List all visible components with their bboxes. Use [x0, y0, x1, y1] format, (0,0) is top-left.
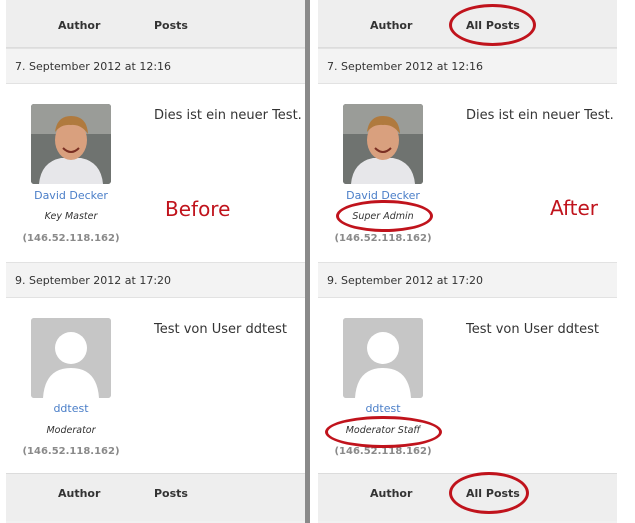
post-content: Test von User ddtest: [154, 322, 287, 337]
author-column-header: Author: [58, 19, 101, 32]
author-role: Super Admin: [352, 211, 414, 222]
panel-gap: [310, 0, 318, 523]
author-ip: (146.52.118.162): [334, 446, 432, 457]
post-item: ddtest Moderator Staff (146.52.118.162) …: [318, 298, 617, 473]
posts-column-header: Posts: [154, 19, 188, 32]
after-panel: Author All Posts 7. September 2012 at 12…: [318, 0, 617, 523]
post-item: ddtest Moderator (146.52.118.162) Test v…: [6, 298, 305, 473]
author-avatar[interactable]: [343, 318, 423, 398]
avatar-photo-icon: [343, 104, 423, 184]
post-content: Dies ist ein neuer Test.: [466, 108, 614, 123]
after-caption: After: [550, 196, 599, 220]
forum-footer: Author Posts: [6, 473, 305, 521]
default-avatar-icon: [31, 318, 111, 398]
forum-header: Author All Posts: [318, 0, 617, 48]
post-date: 7. September 2012 at 12:16: [327, 60, 484, 73]
post-content: Dies ist ein neuer Test.: [154, 108, 302, 123]
post-item: David Decker Key Master (146.52.118.162)…: [6, 84, 305, 262]
post-date-bar: 9. September 2012 at 17:20: [6, 262, 305, 298]
post-date: 7. September 2012 at 12:16: [15, 60, 172, 73]
post-content: Test von User ddtest: [466, 322, 599, 337]
author-column-header: Author: [370, 19, 413, 32]
author-name-link[interactable]: David Decker: [318, 189, 448, 202]
forum-footer: Author All Posts: [318, 473, 617, 521]
post-date-bar: 7. September 2012 at 12:16: [6, 48, 305, 84]
author-ip: (146.52.118.162): [22, 233, 120, 244]
author-ip: (146.52.118.162): [22, 446, 120, 457]
author-name-link[interactable]: ddtest: [318, 402, 448, 415]
post-date-bar: 7. September 2012 at 12:16: [318, 48, 617, 84]
default-avatar-icon: [343, 318, 423, 398]
author-role: Key Master: [44, 211, 98, 222]
author-avatar[interactable]: [31, 318, 111, 398]
author-role: Moderator Staff: [345, 425, 421, 436]
author-column-footer: Author: [58, 487, 101, 500]
avatar-photo-icon: [31, 104, 111, 184]
before-caption: Before: [165, 197, 231, 221]
post-date: 9. September 2012 at 17:20: [15, 274, 172, 287]
forum-header: Author Posts: [6, 0, 305, 48]
author-avatar[interactable]: [343, 104, 423, 184]
post-item: David Decker Super Admin (146.52.118.162…: [318, 84, 617, 262]
post-date: 9. September 2012 at 17:20: [327, 274, 484, 287]
author-avatar[interactable]: [31, 104, 111, 184]
post-date-bar: 9. September 2012 at 17:20: [318, 262, 617, 298]
before-panel: Author Posts 7. September 2012 at 12:16 …: [6, 0, 305, 523]
author-column-footer: Author: [370, 487, 413, 500]
author-name-link[interactable]: David Decker: [6, 189, 136, 202]
posts-column-header: All Posts: [466, 19, 520, 32]
author-ip: (146.52.118.162): [334, 233, 432, 244]
posts-column-footer: All Posts: [466, 487, 520, 500]
posts-column-footer: Posts: [154, 487, 188, 500]
author-name-link[interactable]: ddtest: [6, 402, 136, 415]
author-role: Moderator: [46, 425, 96, 436]
